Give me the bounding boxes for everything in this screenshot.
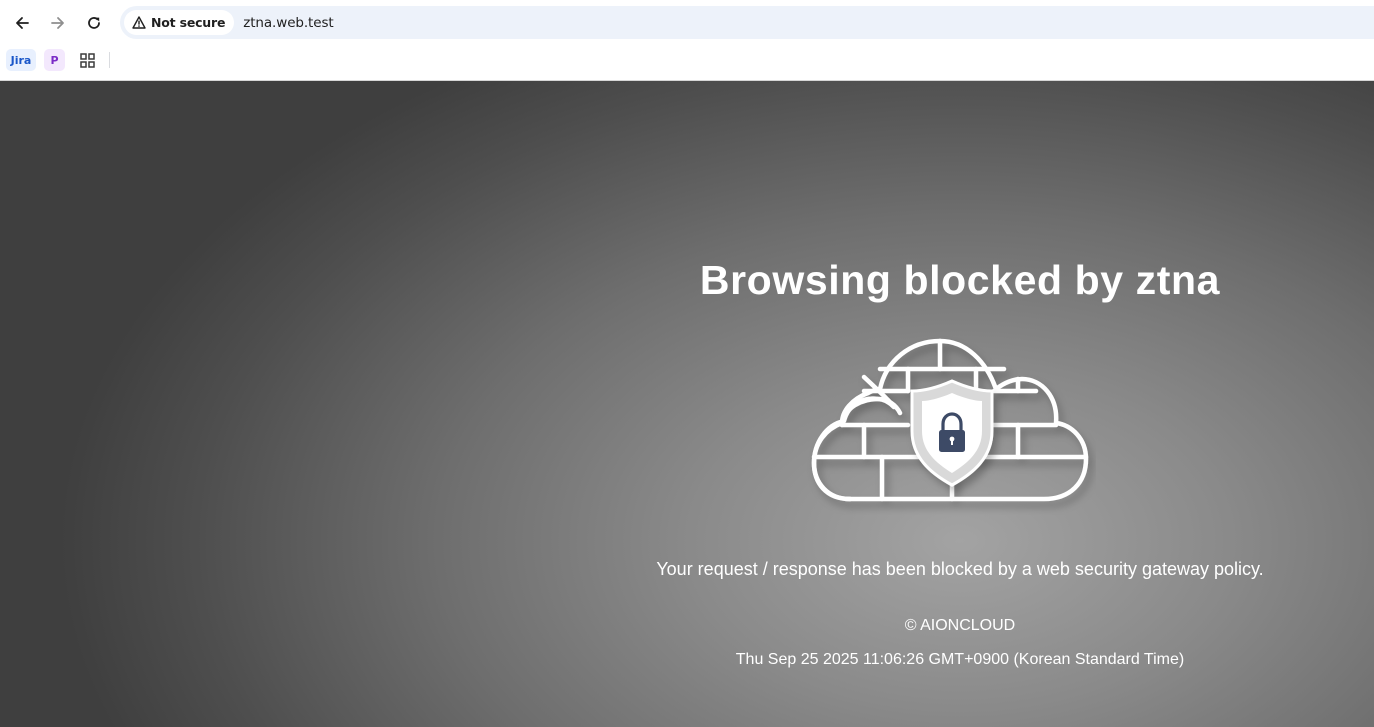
block-message: Your request / response has been blocked… [656, 559, 1264, 579]
cloud-firewall-shield-icon [811, 338, 1089, 502]
address-bar[interactable]: Not secure ztna.web.test [120, 6, 1374, 39]
bookmark-p[interactable]: P [44, 49, 65, 71]
bookmarks-bar: Jira P [0, 48, 1374, 72]
bookmark-jira[interactable]: Jira [6, 49, 36, 71]
bookmarks-divider [109, 52, 110, 68]
forward-button[interactable] [44, 9, 72, 37]
arrow-right-icon [51, 17, 64, 29]
url-text[interactable]: ztna.web.test [243, 15, 333, 31]
bookmark-jira-label: Jira [10, 53, 32, 67]
timestamp-text: Thu Sep 25 2025 11:06:26 GMT+0900 (Korea… [735, 651, 1185, 668]
warning-triangle-icon [132, 16, 146, 29]
reload-icon [88, 17, 100, 29]
arrow-left-icon [16, 17, 29, 29]
copyright-text: © AIONCLOUD [904, 617, 1016, 634]
apps-button[interactable] [77, 49, 97, 71]
bookmark-p-label: P [50, 53, 59, 67]
reload-button[interactable] [80, 9, 108, 37]
browser-toolbar: Not secure ztna.web.test Jira P [0, 0, 1374, 81]
security-chip-label: Not secure [151, 15, 226, 30]
security-status-chip[interactable]: Not secure [124, 10, 235, 35]
apps-grid-icon [79, 52, 95, 68]
back-button[interactable] [8, 9, 36, 37]
block-page: Browsing blocked by ztna Your request / … [0, 81, 1374, 727]
page-title: Browsing blocked by ztna [699, 257, 1221, 303]
